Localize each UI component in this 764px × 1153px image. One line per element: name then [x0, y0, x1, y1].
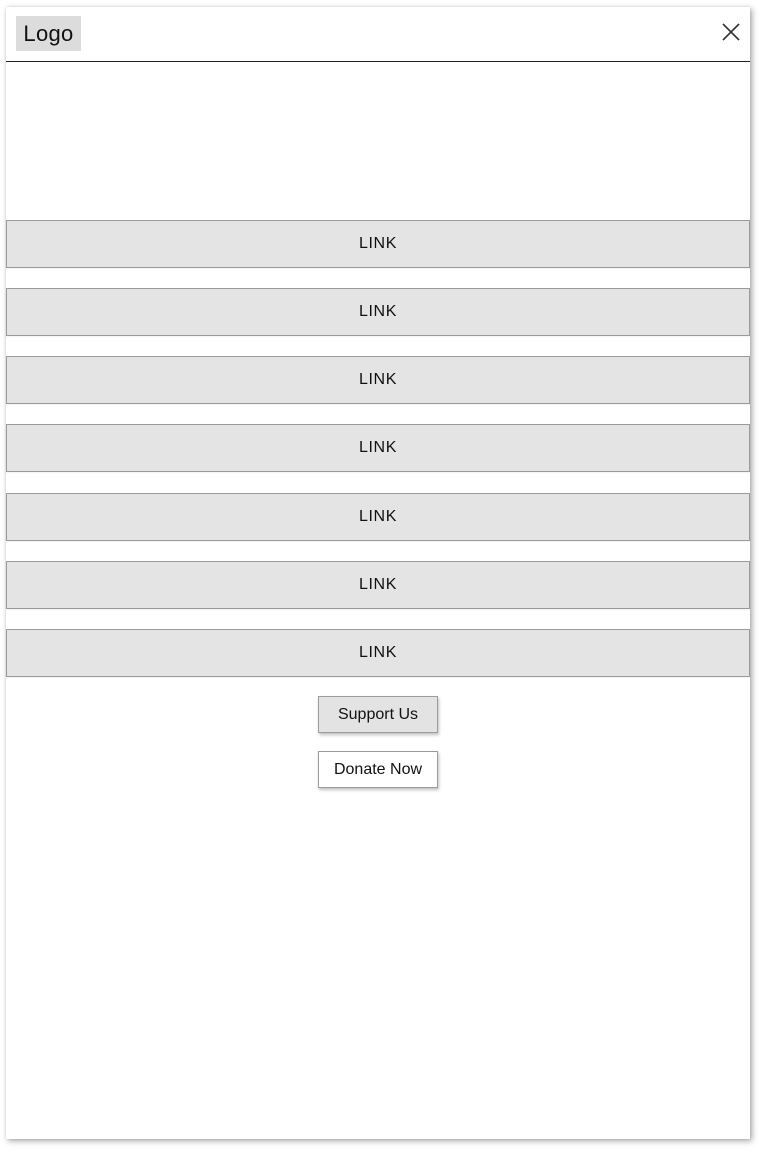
nav-link-7[interactable]: LINK	[6, 629, 750, 677]
nav-link-3[interactable]: LINK	[6, 356, 750, 404]
close-icon	[722, 23, 740, 41]
nav-link-6[interactable]: LINK	[6, 561, 750, 609]
close-button[interactable]	[721, 22, 741, 42]
logo[interactable]: Logo	[16, 16, 81, 51]
nav-link-4[interactable]: LINK	[6, 424, 750, 472]
mobile-menu-panel: Logo LINK LINK LINK LINK LINK LINK LINK …	[6, 7, 750, 1139]
nav-link-2[interactable]: LINK	[6, 288, 750, 336]
nav-link-1[interactable]: LINK	[6, 220, 750, 268]
support-us-button[interactable]: Support Us	[318, 696, 438, 733]
nav-link-5[interactable]: LINK	[6, 493, 750, 541]
menu-header: Logo	[6, 7, 750, 62]
donate-now-button[interactable]: Donate Now	[318, 751, 438, 788]
